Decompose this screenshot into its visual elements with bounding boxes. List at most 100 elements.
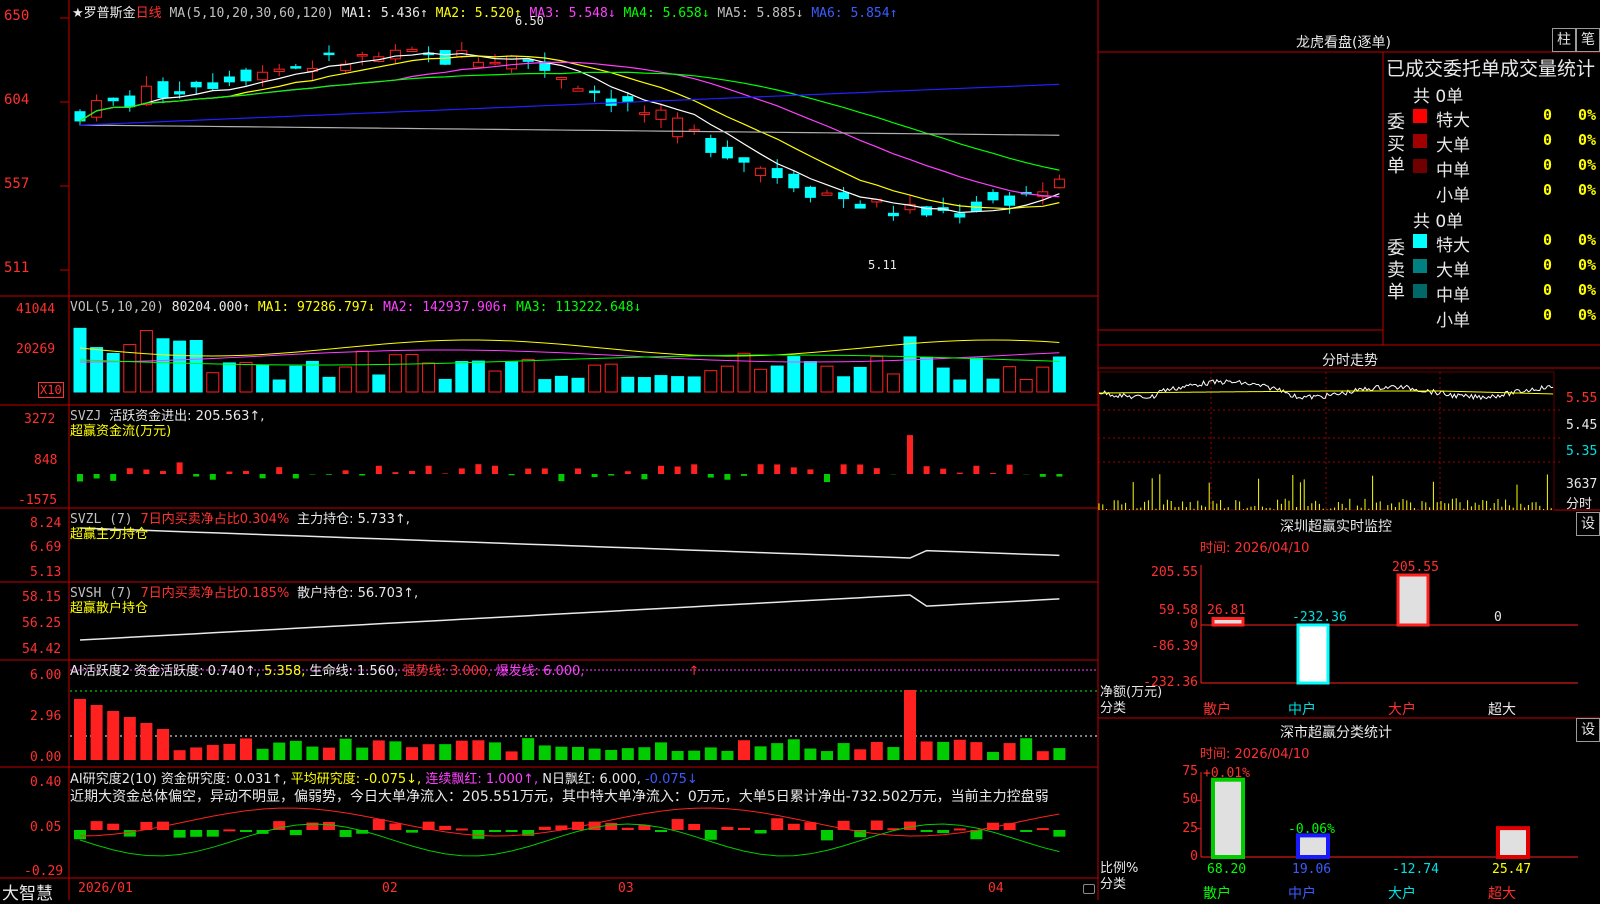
volume-bars[interactable] bbox=[74, 328, 1065, 392]
order-type-label: 中单 bbox=[1436, 281, 1470, 306]
vol-value: 80204.000↑ bbox=[172, 300, 250, 315]
order-color-swatch bbox=[1413, 284, 1427, 298]
ai2-bar bbox=[1020, 830, 1032, 832]
volume-bar bbox=[91, 348, 103, 392]
svsh-sub: 超赢散户持仓 bbox=[70, 597, 148, 616]
volume-bar bbox=[190, 341, 202, 392]
order-type-label: 小单 bbox=[1436, 181, 1470, 206]
ai1-bar bbox=[423, 744, 435, 760]
vol-ma1: MA1: 97286.797↓ bbox=[258, 300, 375, 315]
ai1-header: AI活跃度2 资金活跃度: 0.740↑, 5.358, 生命线: 1.560,… bbox=[70, 660, 700, 679]
order-color-swatch bbox=[1413, 134, 1427, 148]
order-color-swatch bbox=[1413, 109, 1427, 123]
sz-class-chart bbox=[1196, 772, 1578, 857]
volume-bar bbox=[954, 380, 966, 392]
lock-icon[interactable] bbox=[1083, 884, 1095, 894]
order-percent: 0% bbox=[1578, 181, 1596, 199]
ai1-bar bbox=[74, 699, 86, 760]
order-type-label: 小单 bbox=[1436, 306, 1470, 331]
volume-bar bbox=[356, 351, 368, 392]
stock-name[interactable]: ★罗普斯金 bbox=[72, 6, 136, 21]
ai2-bar bbox=[506, 830, 518, 832]
ai1-bar bbox=[157, 729, 169, 760]
szcls-value: 68.20 bbox=[1207, 862, 1246, 877]
fenshi-tick-2: 5.45 bbox=[1566, 418, 1597, 433]
ai2-bar bbox=[489, 830, 501, 832]
svzl-tick-3: 5.13 bbox=[30, 565, 61, 580]
bar-mode-button[interactable]: 柱 bbox=[1552, 28, 1576, 52]
svzj-bar bbox=[907, 435, 913, 474]
svzl-main-hold: 主力持仓: 5.733↑, bbox=[297, 512, 410, 527]
candle-body bbox=[324, 53, 334, 55]
ai1-bar bbox=[555, 747, 567, 760]
ma-line bbox=[80, 62, 1059, 196]
volume-bar bbox=[738, 353, 750, 392]
vol-ma2: MA2: 142937.906↑ bbox=[383, 300, 508, 315]
ai1-tick-1: 6.00 bbox=[30, 668, 61, 683]
svzl-line bbox=[80, 528, 1059, 558]
order-count: 0 bbox=[1543, 131, 1552, 149]
svzj-bar bbox=[575, 468, 581, 474]
svzj-bar bbox=[343, 470, 349, 474]
candle-body bbox=[1054, 179, 1064, 188]
ai1-arrow: ↑ bbox=[689, 664, 700, 679]
volume-bar bbox=[755, 369, 767, 392]
buy-total: 共 0单 bbox=[1413, 82, 1463, 107]
volume-bar bbox=[721, 366, 733, 392]
candle-body bbox=[108, 98, 118, 101]
svzj-bar bbox=[973, 466, 979, 474]
ai2-bar bbox=[91, 821, 103, 830]
ai1-bar bbox=[1004, 743, 1016, 760]
lhb-title: 龙虎看盘(逐单) bbox=[1296, 32, 1391, 52]
x-label-mar: 03 bbox=[618, 881, 634, 896]
intraday-chart[interactable] bbox=[1098, 372, 1563, 510]
ai1-bar bbox=[921, 741, 933, 760]
volume-bar bbox=[157, 339, 169, 392]
candle-body bbox=[839, 193, 849, 199]
order-color-swatch bbox=[1413, 184, 1427, 198]
svzj-bar bbox=[1040, 474, 1046, 477]
svzj-bar bbox=[857, 465, 863, 474]
order-percent: 0% bbox=[1578, 231, 1596, 249]
tick-mode-button[interactable]: 笔 bbox=[1576, 28, 1600, 52]
svzj-bar bbox=[841, 464, 847, 474]
ai1-bar bbox=[323, 748, 335, 760]
kline-chart-area[interactable] bbox=[0, 0, 1100, 900]
volume-bar bbox=[1004, 367, 1016, 392]
ai1-label: AI活跃度2 bbox=[70, 664, 130, 679]
szmon-settings-button[interactable]: 设 bbox=[1576, 512, 1600, 536]
ai2-bar bbox=[207, 830, 219, 837]
volume-bar bbox=[605, 364, 617, 392]
svzj-bar bbox=[791, 467, 797, 474]
svzj-bar bbox=[509, 474, 515, 475]
sz-monitor-chart bbox=[1201, 565, 1578, 683]
ai2-bar bbox=[107, 824, 119, 830]
order-count: 0 bbox=[1543, 281, 1552, 299]
vol-ma3: MA3: 113222.648↓ bbox=[516, 300, 641, 315]
szcls-cat: 中户 bbox=[1288, 883, 1316, 903]
sell-orders-label: 委卖单 bbox=[1385, 238, 1407, 304]
volume-bar bbox=[340, 367, 352, 392]
svzj-bar bbox=[177, 462, 183, 474]
svsh-tick-3: 54.42 bbox=[22, 642, 61, 657]
svzj-bar bbox=[77, 474, 83, 481]
ma-param: MA(5,10,20,30,60,120) bbox=[170, 6, 334, 21]
volume-bar bbox=[871, 357, 883, 392]
period-label[interactable]: 日线 bbox=[136, 6, 162, 21]
ai2-bar bbox=[472, 830, 484, 839]
ai2-bar bbox=[755, 830, 767, 833]
vol-header: VOL(5,10,20) 80204.000↑ MA1: 97286.797↓ … bbox=[70, 300, 641, 315]
ai1-bar bbox=[406, 747, 418, 760]
ai2-tick-3: -0.29 bbox=[24, 864, 63, 879]
svzj-tick-1: 3272 bbox=[24, 412, 55, 427]
ai2-bar bbox=[705, 830, 717, 840]
ai1-bar bbox=[688, 751, 700, 760]
ai2-bar bbox=[406, 830, 418, 833]
ai2-bar bbox=[373, 819, 385, 830]
svzj-bar bbox=[774, 464, 780, 474]
order-percent: 0% bbox=[1578, 156, 1596, 174]
svzj-bar bbox=[807, 469, 813, 474]
volume-bar bbox=[622, 377, 634, 392]
ai1-bar bbox=[290, 741, 302, 760]
szcls-settings-button[interactable]: 设 bbox=[1576, 718, 1600, 742]
